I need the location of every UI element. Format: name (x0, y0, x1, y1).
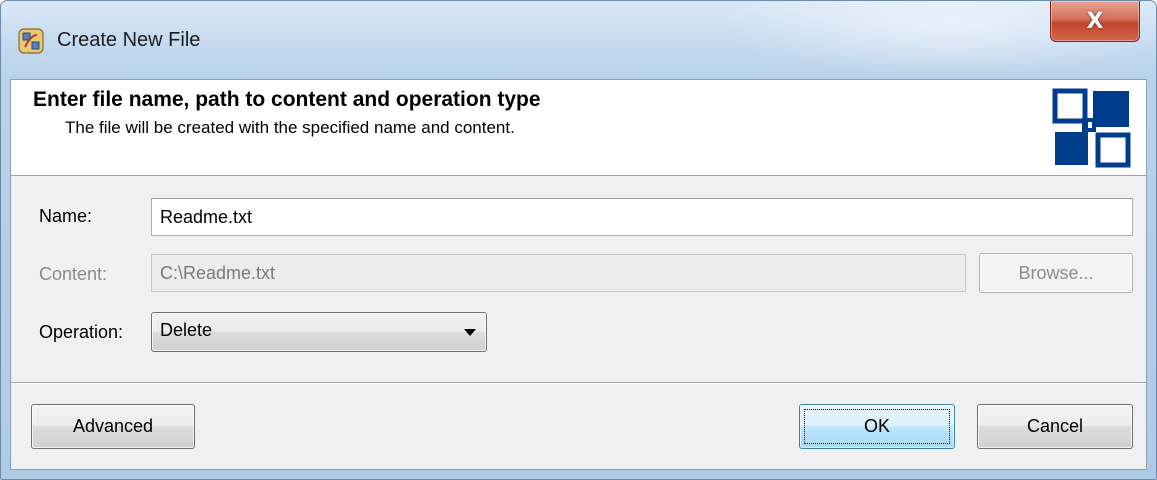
title-bar[interactable]: Create New File X (1, 1, 1156, 81)
window-title: Create New File (57, 29, 201, 51)
content-label: Content: (39, 264, 108, 284)
header-subtitle: The file will be created with the specif… (65, 118, 515, 137)
header-title: Enter file name, path to content and ope… (33, 88, 541, 111)
advanced-button[interactable]: Advanced (31, 404, 195, 449)
squares-logo-icon (1052, 88, 1131, 168)
ok-button[interactable]: OK (799, 404, 955, 449)
content-path-input[interactable] (151, 254, 966, 292)
cancel-button[interactable]: Cancel (977, 404, 1133, 449)
browse-button[interactable]: Browse... (979, 253, 1133, 293)
dropdown-arrow-icon (464, 329, 476, 336)
name-label: Name: (39, 206, 93, 226)
dialog-window: Create New File X Enter file name, path … (0, 0, 1157, 480)
operation-dropdown[interactable]: Delete (151, 312, 487, 352)
focus-rectangle (804, 409, 950, 444)
footer-separator (11, 382, 1146, 384)
header-panel: Enter file name, path to content and ope… (11, 80, 1146, 176)
name-input[interactable] (151, 198, 1133, 236)
dialog-client-area: Enter file name, path to content and ope… (10, 79, 1147, 470)
operation-label: Operation: (39, 322, 124, 342)
operation-selected-value: Delete (160, 320, 213, 340)
close-button[interactable]: X (1050, 1, 1140, 42)
app-tray-icon (18, 28, 44, 54)
close-icon: X (1086, 8, 1104, 34)
